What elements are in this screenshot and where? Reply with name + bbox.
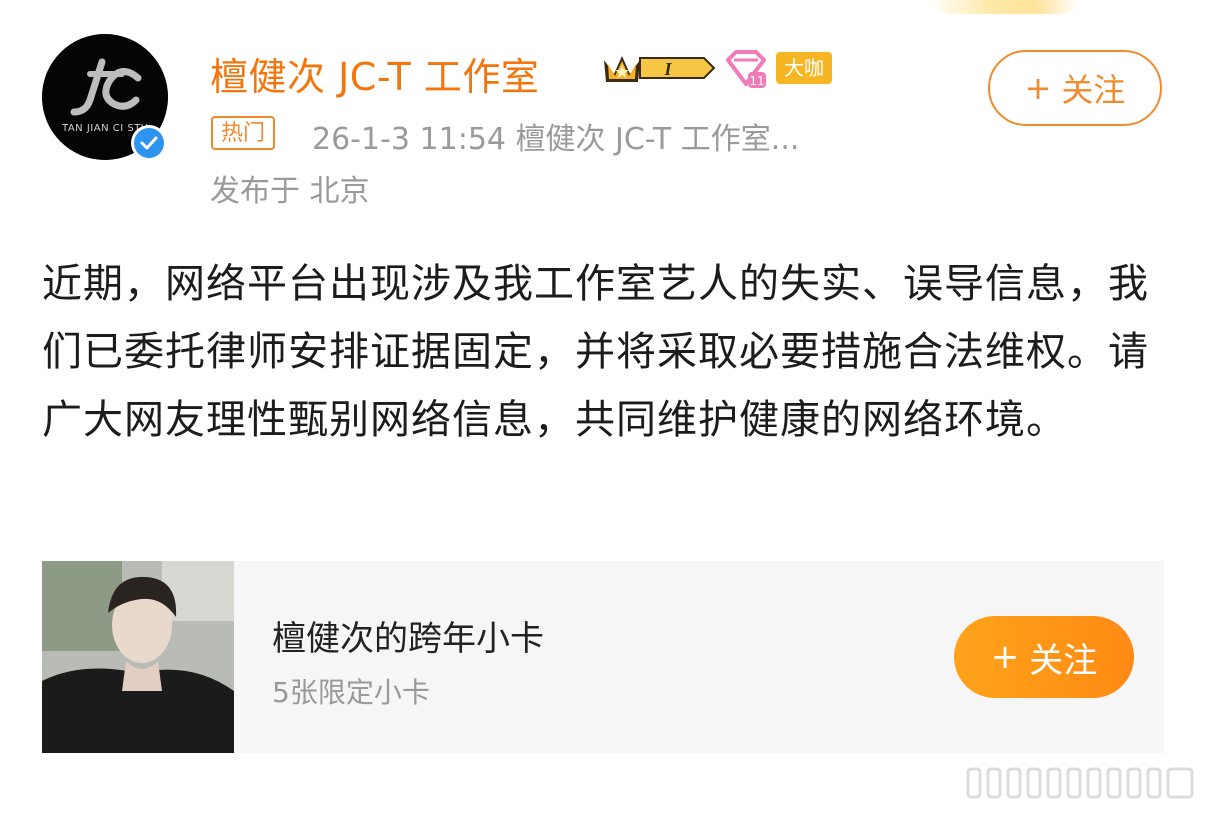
card-photo <box>42 561 234 753</box>
follow-label: 关注 <box>1061 71 1126 109</box>
card-title: 檀健次的跨年小卡 <box>272 619 544 659</box>
follow-label: 关注 <box>1029 640 1098 681</box>
post-content: 近期，网络平台出现涉及我工作室艺人的失实、误导信息，我们已委托律师安排证据固定，… <box>42 261 1149 443</box>
promo-card[interactable]: 檀健次的跨年小卡 5张限定小卡 + 关注 <box>42 561 1164 753</box>
svg-text:11: 11 <box>749 74 764 88</box>
plus-icon: + <box>1024 69 1052 107</box>
crown-level-icon: I <box>604 56 716 82</box>
follow-button[interactable]: + 关注 <box>988 50 1162 126</box>
hot-tag[interactable]: 热门 <box>211 116 276 150</box>
svg-text:I: I <box>663 59 672 79</box>
post-location: 发布于 北京 <box>210 174 370 209</box>
big-shot-badge: 大咖 <box>776 52 832 84</box>
verified-badge <box>131 125 167 161</box>
plus-icon: + <box>990 637 1020 677</box>
author-name[interactable]: 檀健次 JC-T 工作室 <box>210 46 539 101</box>
watermark-icon <box>966 767 1194 799</box>
card-subtitle: 5张限定小卡 <box>272 676 430 709</box>
top-decoration <box>930 0 1080 14</box>
post-meta: 26-1-3 11:54 檀健次 JC-T 工作室... <box>312 122 800 157</box>
card-follow-button[interactable]: + 关注 <box>954 616 1134 698</box>
diamond-level-icon: 11 <box>726 50 766 88</box>
check-icon <box>140 136 158 150</box>
